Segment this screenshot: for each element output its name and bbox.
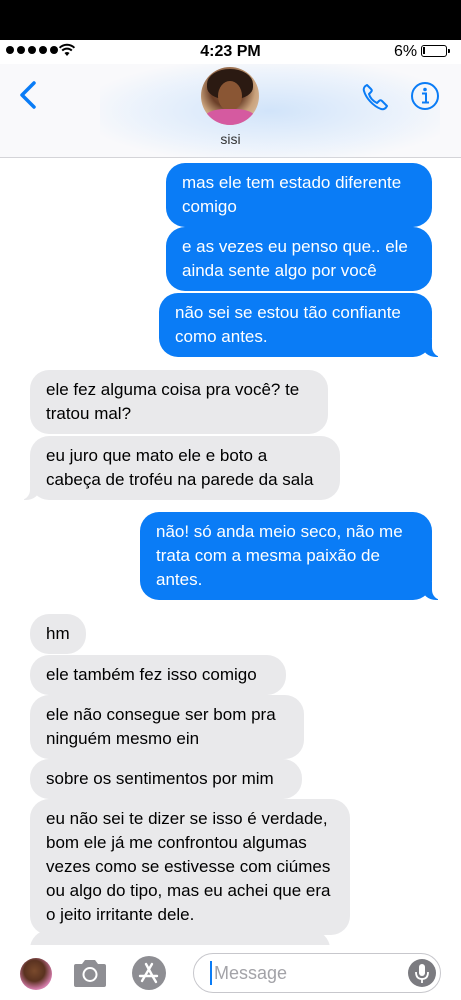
- phone-icon[interactable]: [360, 82, 390, 112]
- message-bubble-outgoing[interactable]: mas ele tem estado diferente comigo: [166, 163, 432, 227]
- app-store-icon[interactable]: [131, 955, 167, 991]
- message-bubble-outgoing[interactable]: não! só anda meio seco, não me trata com…: [140, 512, 444, 600]
- message-thread[interactable]: mas ele tem estado diferente comigo e as…: [0, 158, 461, 945]
- status-bar: 4:23 PM 6%: [0, 40, 461, 64]
- info-icon[interactable]: [410, 81, 440, 111]
- message-bubble-incoming[interactable]: sobre os sentimentos por mim: [30, 759, 302, 799]
- conversation-header: sisi: [0, 64, 461, 158]
- message-field[interactable]: [193, 953, 441, 993]
- microphone-icon: [415, 964, 429, 983]
- microphone-button[interactable]: [408, 959, 436, 987]
- message-composer: [0, 945, 461, 1000]
- message-bubble-incoming[interactable]: [30, 930, 330, 945]
- status-time: 4:23 PM: [200, 43, 261, 60]
- message-bubble-outgoing[interactable]: não sei se estou tão confiante como ante…: [159, 293, 444, 357]
- message-bubble-incoming[interactable]: ele também fez isso comigo: [30, 655, 286, 695]
- camera-icon[interactable]: [72, 957, 108, 989]
- battery-percentage: 6%: [394, 43, 418, 60]
- message-bubble-incoming[interactable]: eu não sei te dizer se isso é verdade, b…: [30, 799, 350, 935]
- message-bubble-outgoing[interactable]: e as vezes eu penso que.. ele ainda sent…: [166, 227, 432, 291]
- message-input[interactable]: [206, 959, 396, 987]
- top-black-bar: [0, 0, 461, 40]
- contact-name[interactable]: sisi: [0, 131, 461, 147]
- message-bubble-incoming[interactable]: ele não consegue ser bom pra ninguém mes…: [30, 695, 304, 759]
- message-bubble-incoming[interactable]: hm: [30, 614, 86, 654]
- battery-icon: [421, 45, 450, 57]
- message-bubble-incoming[interactable]: eu juro que mato ele e boto a cabeça de …: [18, 436, 340, 500]
- chevron-left-icon[interactable]: [14, 78, 44, 112]
- memoji-avatar[interactable]: [20, 958, 52, 990]
- contact-avatar[interactable]: [201, 67, 259, 125]
- message-bubble-incoming[interactable]: ele fez alguma coisa pra você? te tratou…: [30, 370, 328, 434]
